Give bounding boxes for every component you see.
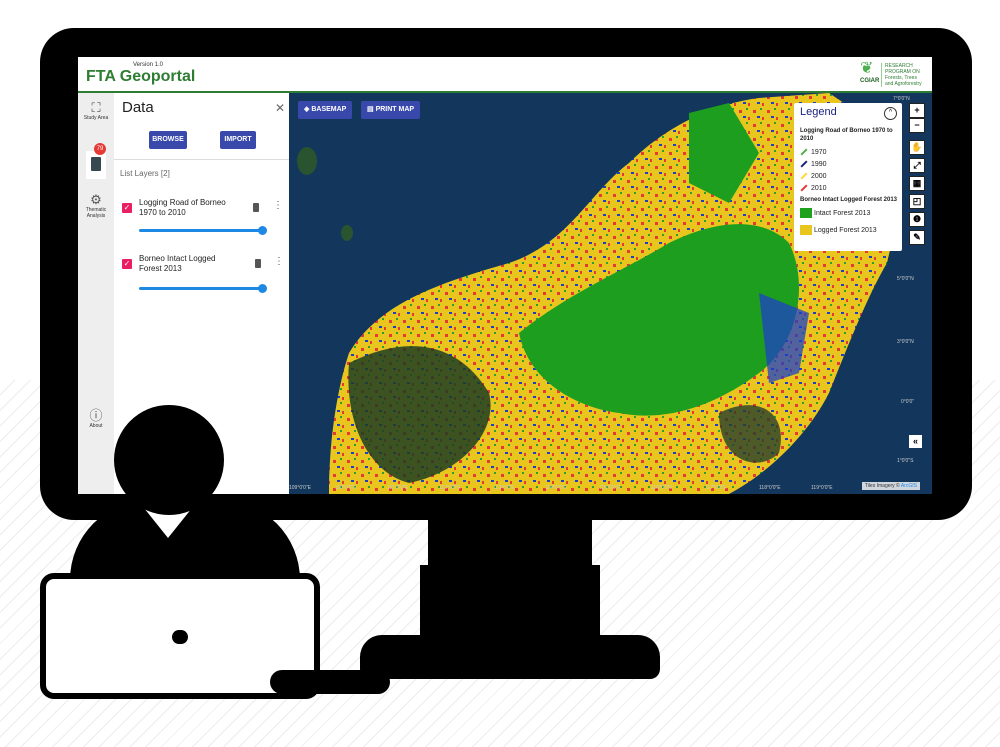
rail-study-area[interactable]: ⛶ Study Area	[78, 100, 114, 122]
collapse-legend-icon[interactable]: ^	[884, 107, 897, 120]
print-label: PRINT MAP	[375, 106, 415, 113]
lon-label: 117°0'0"E	[705, 485, 727, 491]
browse-button[interactable]: BROWSE	[149, 131, 187, 149]
lon-label: 118°0'0"E	[759, 485, 781, 491]
gear-icon: ⚙	[90, 192, 102, 207]
panel-title: Data	[122, 99, 154, 116]
panel-divider	[114, 159, 289, 160]
lon-label: 119°0'0"E	[811, 485, 833, 491]
lat-label: 5°0'0"N	[897, 276, 914, 282]
map-attribution: Tiles Imagery © ArcGIS	[861, 482, 920, 490]
legend-title: Legend	[800, 106, 837, 118]
delete-icon[interactable]	[255, 259, 261, 268]
legend-item-logged: Logged Forest 2013	[800, 225, 877, 235]
rail-data[interactable]	[86, 151, 106, 179]
nav-rail: ⛶ Study Area 79 ⚙ Thematic Analysis ⓘ Ab…	[78, 93, 114, 494]
lon-label: 112°0'0"E	[439, 485, 461, 491]
zoom-out-button[interactable]: −	[909, 118, 925, 133]
org-name: CGIAR	[860, 78, 880, 84]
org-program: RESEARCH PROGRAM ON Forests, Trees and A…	[881, 63, 924, 87]
rail-thematic-label: Thematic Analysis	[85, 207, 107, 219]
island	[341, 225, 353, 241]
monitor-neck	[420, 565, 600, 645]
rail-about[interactable]: ⓘ About	[78, 408, 114, 430]
lon-label: 113°0'0"E	[493, 485, 515, 491]
lat-label: 7°0'0"N	[893, 96, 910, 102]
layer-1-opacity-slider[interactable]	[139, 229, 263, 232]
list-layers-header: List Layers [2]	[120, 169, 170, 178]
info-icon: ⓘ	[89, 408, 103, 423]
legend-item-1970: 1970	[800, 148, 827, 157]
draw-pencil-icon[interactable]: ✎	[909, 230, 925, 245]
lon-label: 116°0'0"E	[651, 485, 673, 491]
layer-2-opacity-handle[interactable]	[258, 284, 267, 293]
laptop-base	[270, 670, 390, 694]
close-icon[interactable]: ✕	[275, 101, 285, 115]
fullscreen-icon[interactable]: ⤢	[909, 158, 925, 173]
collapse-panel-icon[interactable]: «	[909, 435, 922, 448]
notification-badge: 79	[94, 143, 106, 155]
basemap-label: BASEMAP	[311, 106, 347, 113]
attribution-text: Tiles Imagery ©	[864, 483, 900, 489]
more-options-icon[interactable]: ⋮	[273, 201, 283, 211]
layer-2-opacity-slider[interactable]	[139, 287, 263, 290]
layer-1-checkbox[interactable]: ✓	[122, 203, 132, 213]
lat-label: 3°0'0"N	[897, 339, 914, 345]
print-map-button[interactable]: ▤ PRINT MAP	[361, 101, 421, 119]
rail-about-label: About	[89, 423, 103, 429]
rail-study-area-label: Study Area	[83, 115, 109, 121]
person-head	[114, 405, 224, 515]
attribution-link[interactable]: ArcGIS	[901, 483, 917, 489]
lon-label: 114°0'0"E	[545, 485, 567, 491]
map-legend: Legend ^ Logging Road of Borneo 1970 to …	[794, 103, 902, 251]
zoom-in-button[interactable]: +	[909, 103, 925, 118]
app-title[interactable]: FTA Geoportal	[86, 68, 195, 86]
cgiar-logo: ❦ CGIAR RESEARCH PROGRAM ON Forests, Tre…	[860, 61, 924, 87]
map-frame-icon: ⛶	[91, 100, 101, 115]
laptop-logo	[172, 630, 188, 644]
legend-item-2010: 2010	[800, 184, 827, 193]
basemap-button[interactable]: ◈ BASEMAP	[298, 101, 353, 119]
rail-thematic[interactable]: ⚙ Thematic Analysis	[78, 192, 114, 220]
lat-label: 0°0'0"	[901, 399, 915, 405]
pan-hand-icon[interactable]: ✋	[909, 140, 925, 155]
legend-group-roads: Logging Road of Borneo 1970 to 2010	[800, 128, 893, 142]
legend-item-intact: Intact Forest 2013	[800, 208, 870, 218]
document-icon	[91, 157, 101, 171]
monitor-neck-top	[428, 512, 592, 572]
lon-label: 115°0'0"E	[599, 485, 621, 491]
layer-2-checkbox[interactable]: ✓	[122, 259, 132, 269]
import-button[interactable]: IMPORT	[220, 131, 256, 149]
lon-label: 110°0'0"E	[335, 485, 357, 491]
measure-icon[interactable]: ◰	[909, 194, 925, 209]
layer-1-opacity-handle[interactable]	[258, 226, 267, 235]
island	[297, 147, 317, 175]
layer-2-name: Borneo Intact Logged Forest 2013	[139, 254, 216, 273]
layer-1-name: Logging Road of Borneo 1970 to 2010	[139, 198, 226, 217]
legend-item-2000: 2000	[800, 172, 827, 181]
app-header: Version 1.0 FTA Geoportal ❦ CGIAR RESEAR…	[78, 57, 932, 93]
lon-label: 111°0'0"E	[387, 485, 409, 491]
info-icon[interactable]: ❶	[909, 212, 925, 227]
monitor-stand	[360, 635, 660, 679]
delete-icon[interactable]	[253, 203, 259, 212]
print-icon: ▤	[367, 106, 376, 113]
map-view[interactable]: ◈ BASEMAP ▤ PRINT MAP Legend ^ Logging R…	[289, 93, 932, 494]
legend-group-forest: Borneo Intact Logged Forest 2013	[800, 197, 898, 203]
legend-item-1990: 1990	[800, 160, 827, 169]
lon-label: 109°0'0"E	[289, 485, 311, 491]
more-options-icon[interactable]: ⋮	[274, 257, 284, 267]
grid-icon[interactable]: ▦	[909, 176, 925, 191]
lat-label: 1°0'0"S	[897, 458, 914, 464]
